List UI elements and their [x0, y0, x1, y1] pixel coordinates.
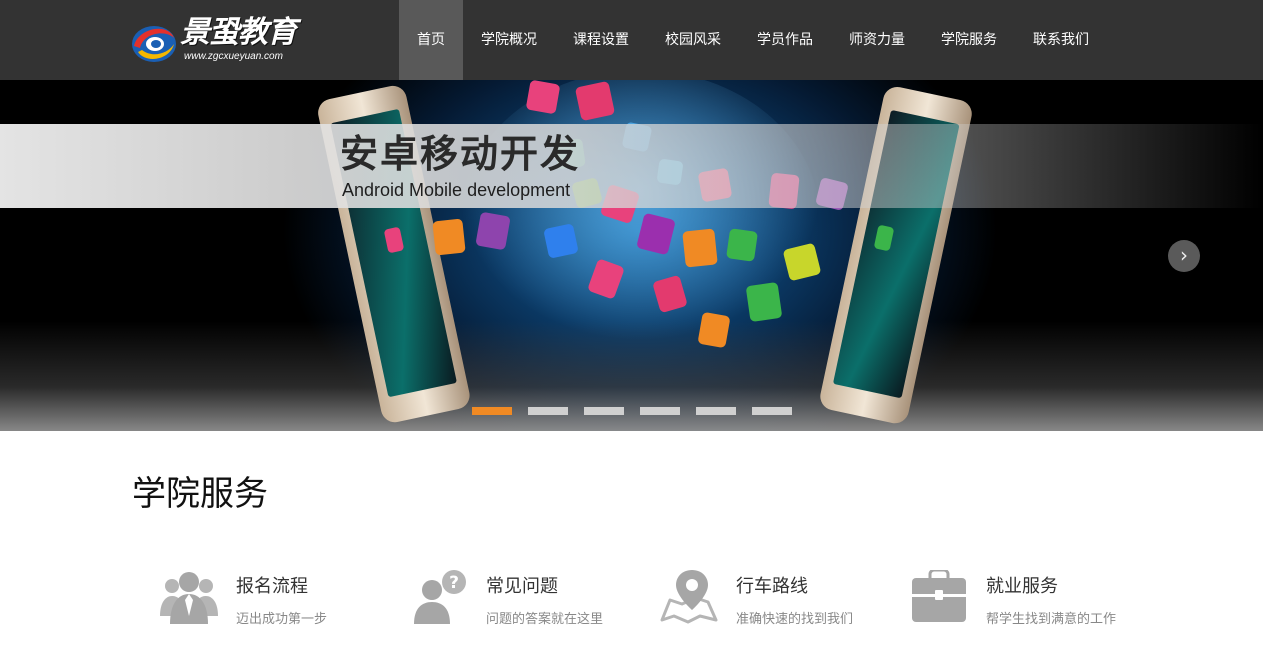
slide-dot-6[interactable]	[752, 407, 792, 415]
banner-subtitle: Android Mobile development	[342, 180, 571, 200]
logo-url: www.zgcxueyuan.com	[184, 51, 283, 62]
question-user-icon: ?	[414, 570, 466, 624]
service-subtitle: 准确快速的找到我们	[736, 612, 854, 627]
nav-item-services[interactable]: 学院服务	[923, 0, 1015, 80]
banner-title: 安卓移动开发	[340, 132, 581, 176]
slide-dot-3[interactable]	[584, 407, 624, 415]
services-list: 报名流程 迈出成功第一步 ? 常见问题 问题的答案就在这里 行车路线 准确快速的…	[160, 568, 1160, 632]
slide-dot-4[interactable]	[640, 407, 680, 415]
slide-dot-5[interactable]	[696, 407, 736, 415]
nav-item-about[interactable]: 学院概况	[463, 0, 555, 80]
services-section-title: 学院服务	[132, 474, 268, 514]
nav-item-contact[interactable]: 联系我们	[1015, 0, 1107, 80]
service-title: 就业服务	[986, 576, 1058, 597]
site-header: 景蛩教育 www.zgcxueyuan.com 首页 学院概况 课程设置 校园风…	[0, 0, 1263, 80]
service-subtitle: 问题的答案就在这里	[486, 612, 604, 627]
site-logo[interactable]: 景蛩教育 www.zgcxueyuan.com	[130, 14, 310, 66]
service-title: 常见问题	[486, 576, 558, 597]
logo-text: 景蛩教育	[180, 15, 297, 50]
slide-dot-1[interactable]	[472, 407, 512, 415]
next-slide-button[interactable]: ›	[1168, 240, 1200, 272]
users-icon	[160, 572, 218, 624]
briefcase-icon	[912, 570, 966, 622]
nav-item-works[interactable]: 学员作品	[739, 0, 831, 80]
hero-banner[interactable]: 安卓移动开发 Android Mobile development ›	[0, 80, 1263, 431]
service-item-route[interactable]: 行车路线 准确快速的找到我们	[660, 568, 910, 632]
slide-indicators	[472, 407, 808, 415]
banner-caption-band	[0, 124, 1263, 208]
nav-item-courses[interactable]: 课程设置	[555, 0, 647, 80]
nav-item-campus[interactable]: 校园风采	[647, 0, 739, 80]
service-title: 报名流程	[236, 576, 308, 597]
service-item-employment[interactable]: 就业服务 帮学生找到满意的工作	[910, 568, 1160, 632]
slide-dot-2[interactable]	[528, 407, 568, 415]
nav-item-teachers[interactable]: 师资力量	[831, 0, 923, 80]
service-subtitle: 帮学生找到满意的工作	[986, 612, 1117, 627]
service-item-faq[interactable]: ? 常见问题 问题的答案就在这里	[410, 568, 660, 632]
service-title: 行车路线	[736, 576, 808, 597]
service-subtitle: 迈出成功第一步	[236, 612, 328, 627]
main-nav: 首页 学院概况 课程设置 校园风采 学员作品 师资力量 学院服务 联系我们	[399, 0, 1107, 80]
svg-text:?: ?	[449, 573, 459, 593]
nav-item-home[interactable]: 首页	[399, 0, 463, 80]
map-pin-icon	[660, 570, 718, 624]
service-item-enrollment[interactable]: 报名流程 迈出成功第一步	[160, 568, 410, 632]
logo-swirl-icon	[132, 26, 176, 62]
